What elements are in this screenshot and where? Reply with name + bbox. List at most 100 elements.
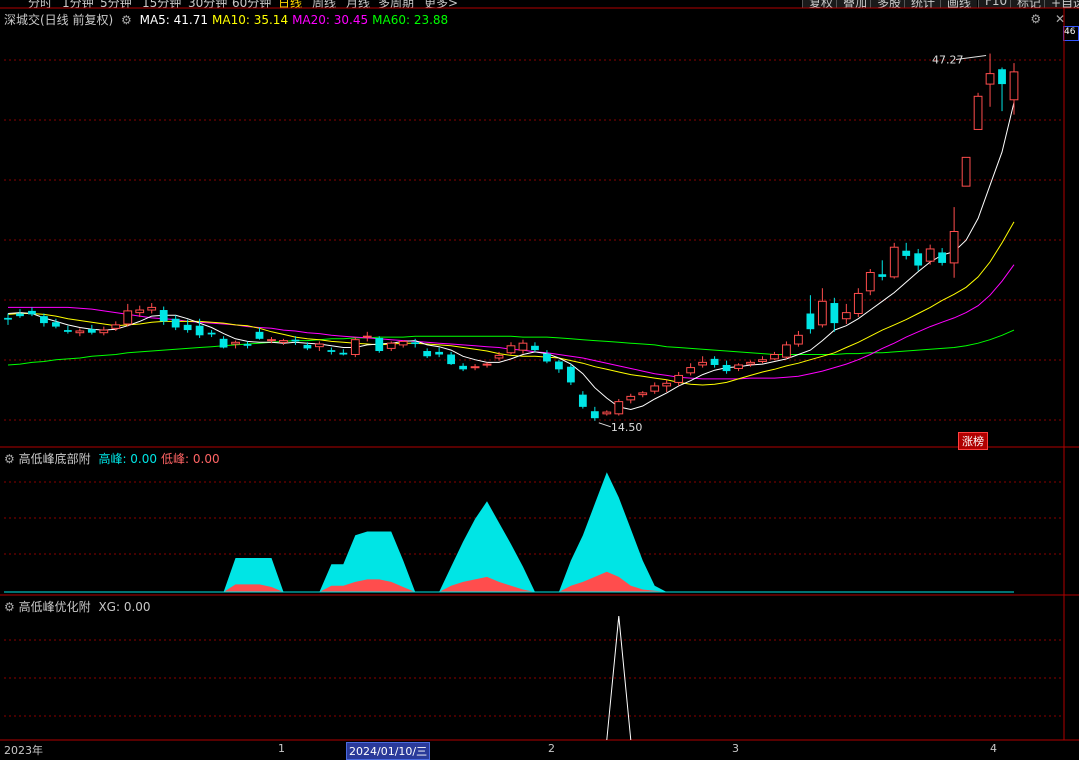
candle-body <box>998 69 1006 85</box>
settings-icon[interactable]: ⚙ <box>4 600 15 614</box>
candle-body <box>626 395 636 401</box>
chart-canvas[interactable]: 47.27 14.50 <box>0 0 1079 755</box>
candle-body <box>28 310 36 315</box>
candle-body <box>985 73 995 85</box>
candle-body <box>327 350 336 352</box>
candle-body <box>40 316 48 324</box>
candle-body <box>698 361 708 366</box>
candle-body <box>339 352 348 355</box>
candle-body <box>543 353 551 362</box>
x-axis-label-0: 2023年 <box>4 744 43 757</box>
candle-body <box>279 340 288 343</box>
candle-body <box>16 313 24 317</box>
candle-body <box>650 385 660 392</box>
candle-body <box>878 274 887 277</box>
candle-body <box>506 345 516 354</box>
candle-body <box>159 310 168 322</box>
candle-body <box>219 338 228 348</box>
candle-body <box>914 253 923 266</box>
candle-body <box>411 342 420 345</box>
candle-body <box>925 248 935 262</box>
high-peak-area <box>8 472 1014 592</box>
candle-body <box>350 339 360 356</box>
candle-body <box>794 334 803 345</box>
candle-body <box>4 317 12 320</box>
x-axis-label-4: 3 <box>732 742 739 755</box>
candle-body <box>183 324 192 331</box>
candle-body <box>961 156 971 187</box>
candle-body <box>362 335 372 338</box>
candle-body <box>902 250 911 256</box>
candle-body <box>578 394 587 407</box>
candle-body <box>531 345 539 351</box>
candle-body <box>865 272 875 292</box>
candle-body <box>518 342 528 351</box>
indicator2-header: ⚙ 高低峰优化附 XG: 0.00 <box>4 598 151 615</box>
candle-body <box>87 329 96 333</box>
candle-body <box>638 392 648 396</box>
candle-body <box>758 359 767 362</box>
candle-body <box>853 292 863 315</box>
candle-body <box>555 361 563 370</box>
candle-body <box>375 337 384 352</box>
candle-body <box>949 231 959 264</box>
high-price-label: 47.27 <box>932 54 964 67</box>
candle-body <box>722 364 731 372</box>
candle-body <box>494 354 504 359</box>
candle-body <box>470 366 480 369</box>
x-axis-label-1: 1 <box>278 742 285 755</box>
candle-body <box>566 366 575 383</box>
candle-body <box>267 339 276 342</box>
settings-icon[interactable]: ⚙ <box>4 452 15 466</box>
limit-up-badge[interactable]: 涨榜 <box>958 432 988 450</box>
candle-body <box>614 401 624 415</box>
candle-body <box>674 374 684 383</box>
candle-body <box>973 95 983 130</box>
candle-body <box>75 330 85 334</box>
candle-body <box>482 363 492 366</box>
low-price-label: 14.50 <box>611 421 643 434</box>
x-axis-label-2: 2024/01/10/三 <box>346 742 431 760</box>
candle-body <box>662 382 672 387</box>
indicator1-field-1: 低峰: 0.00 <box>161 452 220 466</box>
low-pointer <box>598 422 611 428</box>
candle-body <box>447 354 456 365</box>
candle-body <box>734 364 743 369</box>
candle-body <box>841 312 851 320</box>
candle-body <box>782 344 791 358</box>
candle-body <box>123 310 133 325</box>
candle-body <box>386 342 396 349</box>
indicator2-field-0: XG: 0.00 <box>98 600 151 614</box>
candle-body <box>710 358 719 365</box>
candle-body <box>817 300 827 326</box>
x-axis-label-5: 4 <box>990 742 997 755</box>
candle-body <box>938 252 947 263</box>
candle-body <box>63 330 72 332</box>
candle-body <box>806 313 815 330</box>
candle-body <box>207 332 216 335</box>
candle-body <box>423 351 432 357</box>
candle-body <box>255 331 264 339</box>
candle-body <box>171 318 180 328</box>
indicator1-title[interactable]: 高低峰底部附 <box>19 452 91 466</box>
x-axis: 2023年 1 2024/01/10/三 2 3 4 <box>0 740 1079 760</box>
candle-body <box>99 329 109 334</box>
indicator2-title[interactable]: 高低峰优化附 <box>19 600 91 614</box>
candle-body <box>459 365 467 370</box>
candle-body <box>195 325 204 336</box>
candle-body <box>435 351 444 355</box>
candle-body <box>303 344 312 349</box>
ma10-line <box>7 221 1015 386</box>
candle-body <box>686 367 696 374</box>
indicator1-field-0: 高峰: 0.00 <box>98 452 158 466</box>
candle-body <box>398 340 408 346</box>
indicator1-header: ⚙ 高低峰底部附 高峰: 0.00 低峰: 0.00 <box>4 450 220 467</box>
candle-body <box>111 324 121 329</box>
candle-body <box>1009 71 1019 101</box>
candle-body <box>830 303 839 324</box>
ma5-line <box>7 102 1015 411</box>
candle-body <box>231 341 240 345</box>
candle-body <box>135 309 145 314</box>
candle-body <box>770 354 779 360</box>
x-axis-label-3: 2 <box>548 742 555 755</box>
